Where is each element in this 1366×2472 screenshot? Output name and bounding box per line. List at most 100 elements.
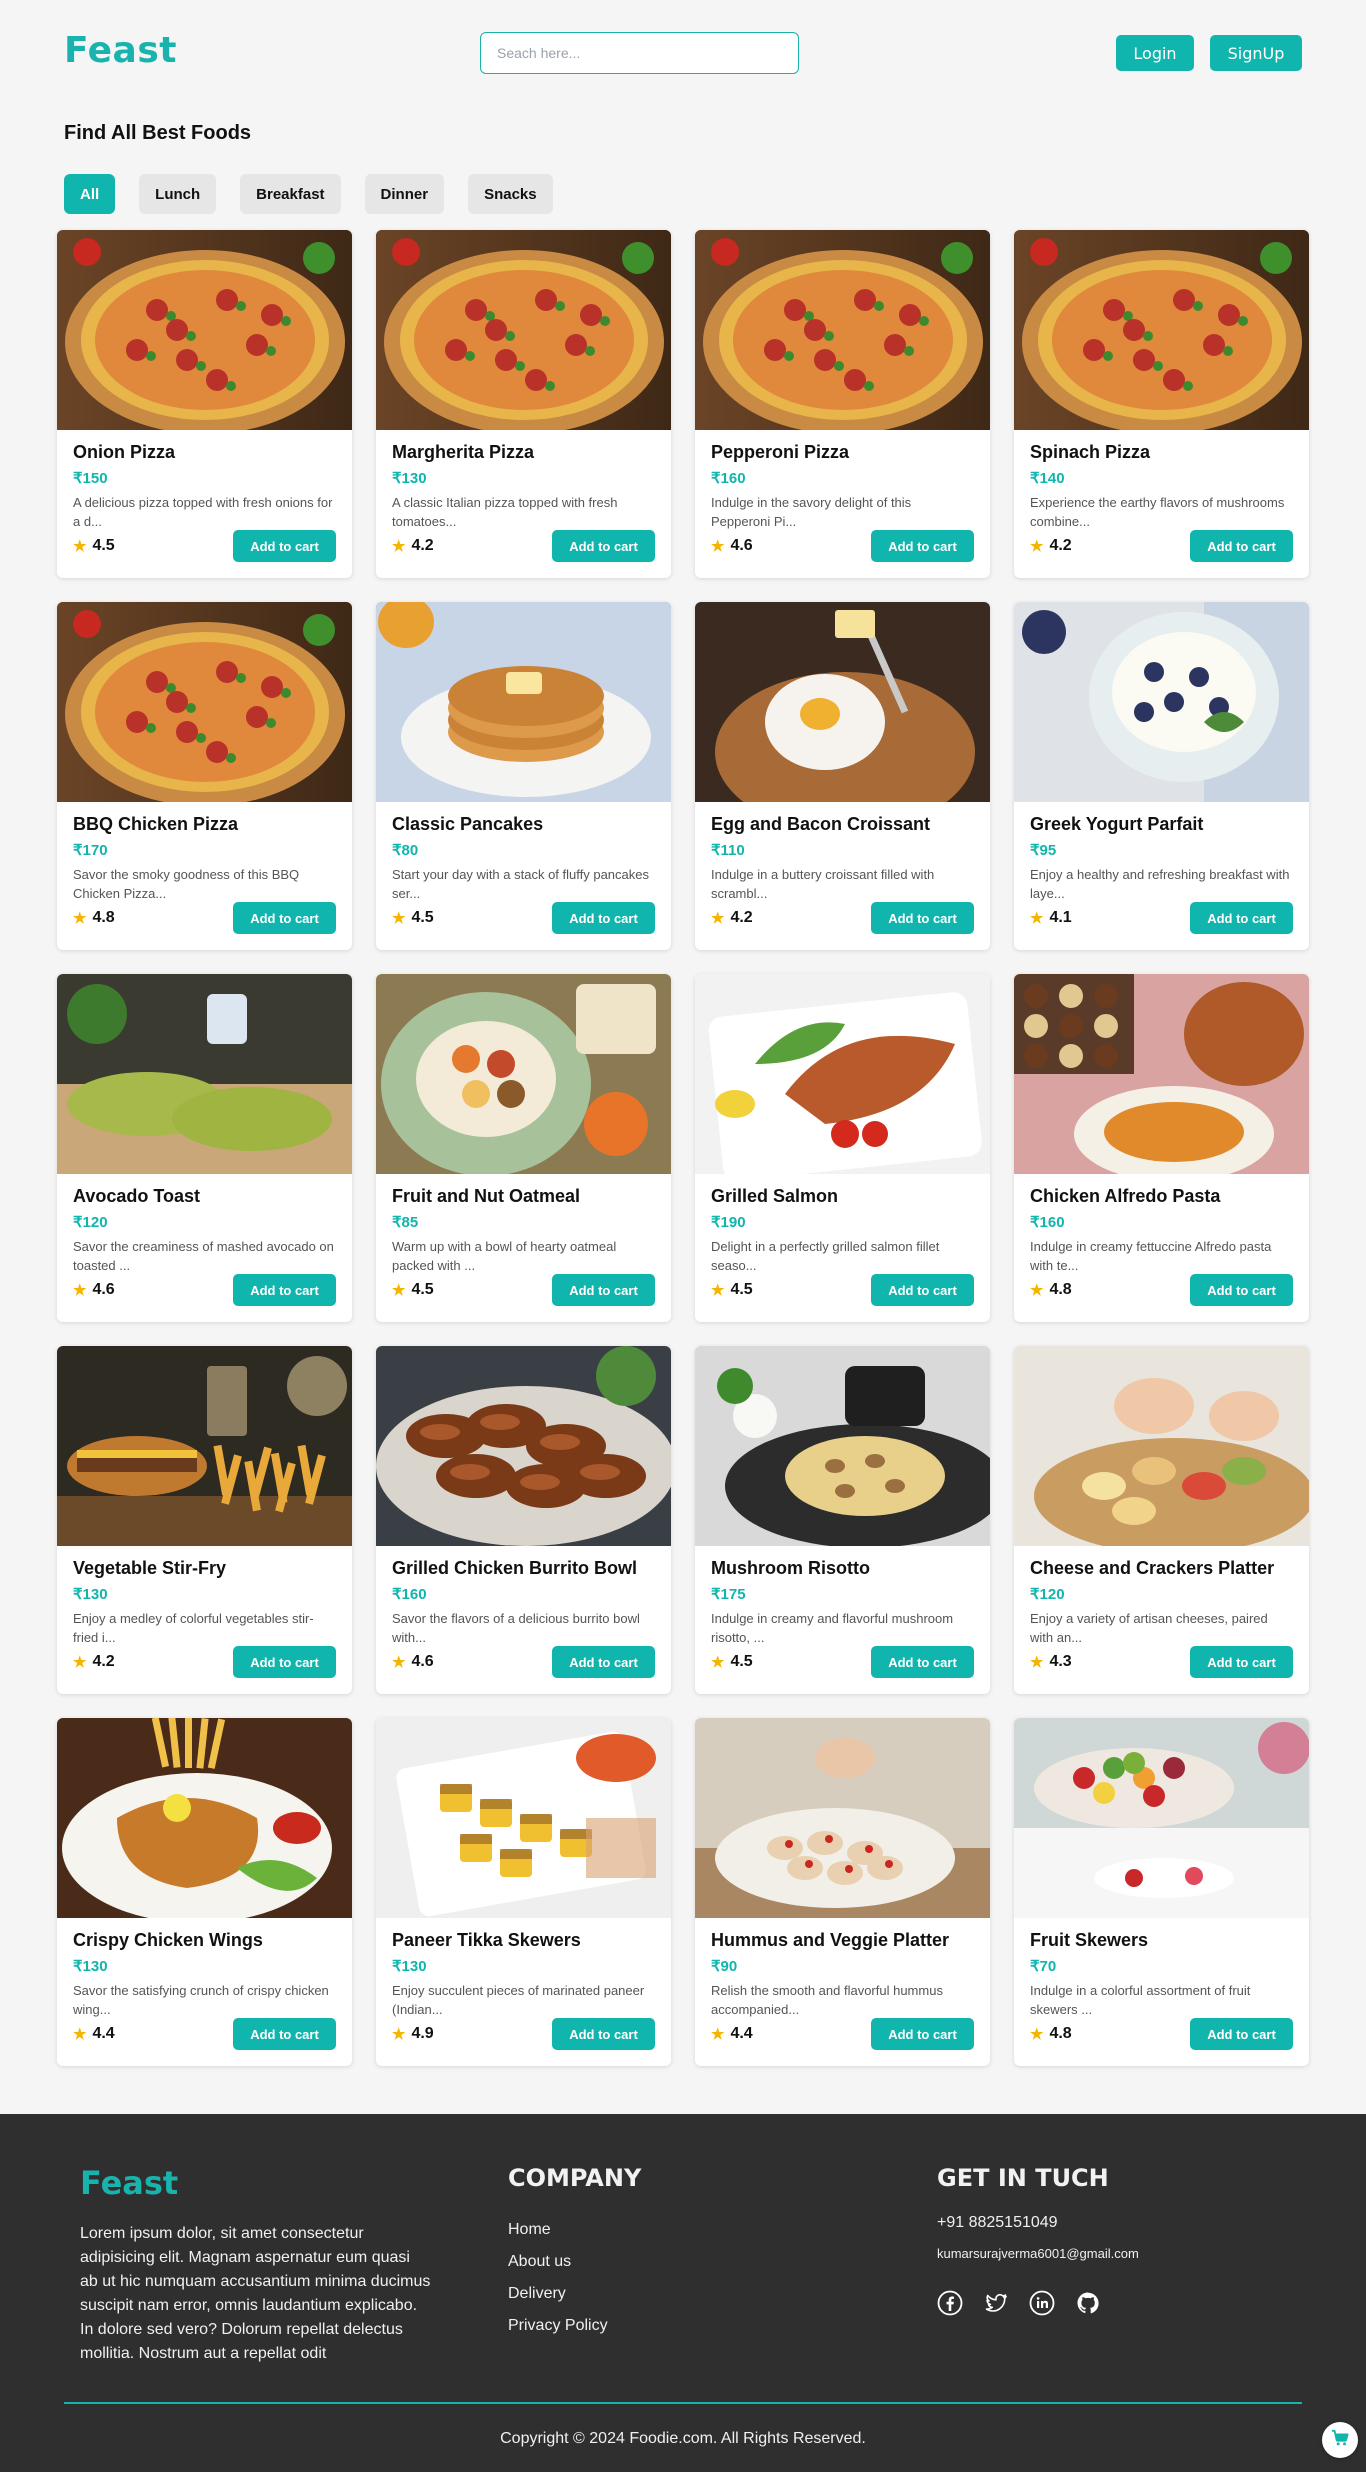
add-to-cart-button[interactable]: Add to cart — [233, 1646, 336, 1678]
star-icon: ★ — [1030, 1282, 1044, 1299]
food-image[interactable] — [376, 230, 671, 430]
card-footer: ★ 4.9 Add to cart — [392, 2018, 655, 2050]
food-card[interactable]: Mushroom Risotto ₹175 Indulge in creamy … — [695, 1346, 990, 1694]
food-image[interactable] — [57, 602, 352, 802]
food-image[interactable] — [57, 1346, 352, 1546]
food-card[interactable]: BBQ Chicken Pizza ₹170 Savor the smoky g… — [57, 602, 352, 950]
footer-link-privacy[interactable]: Privacy Policy — [508, 2310, 608, 2342]
food-name: Pepperoni Pizza — [711, 442, 850, 462]
signup-button[interactable]: SignUp — [1210, 35, 1302, 71]
star-icon: ★ — [73, 1654, 87, 1671]
food-image[interactable] — [1014, 974, 1309, 1174]
food-image[interactable] — [1014, 1718, 1309, 1918]
food-image[interactable] — [1014, 230, 1309, 430]
add-to-cart-button[interactable]: Add to cart — [871, 1274, 974, 1306]
github-icon[interactable] — [1075, 2290, 1101, 2316]
food-image[interactable] — [376, 974, 671, 1174]
food-image[interactable] — [57, 230, 352, 430]
filter-snacks[interactable]: Snacks — [468, 174, 553, 214]
add-to-cart-button[interactable]: Add to cart — [1190, 1646, 1293, 1678]
food-card[interactable]: Spinach Pizza ₹140 Experience the earthy… — [1014, 230, 1309, 578]
cart-button[interactable] — [1322, 2422, 1358, 2458]
food-card[interactable]: Fruit Skewers ₹70 Indulge in a colorful … — [1014, 1718, 1309, 2066]
add-to-cart-button[interactable]: Add to cart — [871, 1646, 974, 1678]
card-body: Fruit and Nut Oatmeal ₹85 Warm up with a… — [392, 1186, 655, 1275]
food-image[interactable] — [376, 1718, 671, 1918]
card-body: Grilled Chicken Burrito Bowl ₹160 Savor … — [392, 1558, 655, 1647]
login-button[interactable]: Login — [1116, 35, 1194, 71]
food-image[interactable] — [57, 1718, 352, 1918]
twitter-icon[interactable] — [983, 2290, 1009, 2316]
food-card[interactable]: Onion Pizza ₹150 A delicious pizza toppe… — [57, 230, 352, 578]
add-to-cart-button[interactable]: Add to cart — [1190, 2018, 1293, 2050]
food-description: Indulge in the savory delight of this Pe… — [711, 495, 912, 529]
filter-dinner[interactable]: Dinner — [364, 174, 445, 214]
food-image[interactable] — [695, 1718, 990, 1918]
search-input[interactable] — [480, 32, 799, 74]
linkedin-icon[interactable] — [1029, 2290, 1055, 2316]
add-to-cart-button[interactable]: Add to cart — [552, 1646, 655, 1678]
food-image[interactable] — [1014, 1346, 1309, 1546]
food-card[interactable]: Grilled Chicken Burrito Bowl ₹160 Savor … — [376, 1346, 671, 1694]
star-icon: ★ — [1030, 2026, 1044, 2043]
food-image[interactable] — [376, 1346, 671, 1546]
rating: ★ 4.5 — [711, 1281, 753, 1299]
add-to-cart-button[interactable]: Add to cart — [233, 2018, 336, 2050]
food-image[interactable] — [695, 1346, 990, 1546]
food-card[interactable]: Grilled Salmon ₹190 Delight in a perfect… — [695, 974, 990, 1322]
footer-link-about[interactable]: About us — [508, 2246, 608, 2278]
rating-value: 4.2 — [411, 537, 434, 554]
add-to-cart-button[interactable]: Add to cart — [233, 1274, 336, 1306]
logo[interactable]: Feast — [64, 30, 177, 71]
add-to-cart-button[interactable]: Add to cart — [1190, 530, 1293, 562]
add-to-cart-button[interactable]: Add to cart — [871, 2018, 974, 2050]
food-image[interactable] — [695, 974, 990, 1174]
rating: ★ 4.6 — [392, 1653, 434, 1671]
footer-link-delivery[interactable]: Delivery — [508, 2278, 608, 2310]
add-to-cart-button[interactable]: Add to cart — [1190, 1274, 1293, 1306]
filter-lunch[interactable]: Lunch — [139, 174, 217, 214]
site-header: Feast Login SignUp — [0, 0, 1366, 110]
footer-email[interactable]: kumarsurajverma6001@gmail.com — [937, 2246, 1139, 2261]
food-image[interactable] — [57, 974, 352, 1174]
food-price: ₹150 — [73, 470, 108, 487]
food-card[interactable]: Paneer Tikka Skewers ₹130 Enjoy succulen… — [376, 1718, 671, 2066]
food-image[interactable] — [695, 602, 990, 802]
food-card[interactable]: Crispy Chicken Wings ₹130 Savor the sati… — [57, 1718, 352, 2066]
add-to-cart-button[interactable]: Add to cart — [233, 902, 336, 934]
add-to-cart-button[interactable]: Add to cart — [1190, 902, 1293, 934]
food-price: ₹110 — [711, 842, 745, 859]
rating: ★ 4.4 — [73, 2025, 115, 2043]
add-to-cart-button[interactable]: Add to cart — [552, 902, 655, 934]
food-card[interactable]: Greek Yogurt Parfait ₹95 Enjoy a healthy… — [1014, 602, 1309, 950]
food-card[interactable]: Margherita Pizza ₹130 A classic Italian … — [376, 230, 671, 578]
filter-all[interactable]: All — [64, 174, 116, 214]
food-card[interactable]: Pepperoni Pizza ₹160 Indulge in the savo… — [695, 230, 990, 578]
food-card[interactable]: Hummus and Veggie Platter ₹90 Relish the… — [695, 1718, 990, 2066]
add-to-cart-button[interactable]: Add to cart — [233, 530, 336, 562]
food-image[interactable] — [376, 602, 671, 802]
rating-value: 4.3 — [1049, 1653, 1072, 1670]
star-icon: ★ — [392, 1282, 406, 1299]
food-card[interactable]: Egg and Bacon Croissant ₹110 Indulge in … — [695, 602, 990, 950]
food-image[interactable] — [695, 230, 990, 430]
facebook-icon[interactable] — [937, 2290, 963, 2316]
food-card[interactable]: Cheese and Crackers Platter ₹120 Enjoy a… — [1014, 1346, 1309, 1694]
add-to-cart-button[interactable]: Add to cart — [871, 902, 974, 934]
food-price: ₹90 — [711, 1958, 738, 1975]
food-card[interactable]: Classic Pancakes ₹80 Start your day with… — [376, 602, 671, 950]
food-image[interactable] — [1014, 602, 1309, 802]
food-price: ₹160 — [711, 470, 746, 487]
food-card[interactable]: Chicken Alfredo Pasta ₹160 Indulge in cr… — [1014, 974, 1309, 1322]
food-price: ₹130 — [392, 470, 427, 487]
filter-breakfast[interactable]: Breakfast — [240, 174, 341, 214]
add-to-cart-button[interactable]: Add to cart — [871, 530, 974, 562]
footer-link-home[interactable]: Home — [508, 2214, 608, 2246]
food-card[interactable]: Vegetable Stir-Fry ₹130 Enjoy a medley o… — [57, 1346, 352, 1694]
rating-value: 4.5 — [411, 1281, 434, 1298]
add-to-cart-button[interactable]: Add to cart — [552, 530, 655, 562]
food-card[interactable]: Avocado Toast ₹120 Savor the creaminess … — [57, 974, 352, 1322]
add-to-cart-button[interactable]: Add to cart — [552, 1274, 655, 1306]
food-card[interactable]: Fruit and Nut Oatmeal ₹85 Warm up with a… — [376, 974, 671, 1322]
add-to-cart-button[interactable]: Add to cart — [552, 2018, 655, 2050]
